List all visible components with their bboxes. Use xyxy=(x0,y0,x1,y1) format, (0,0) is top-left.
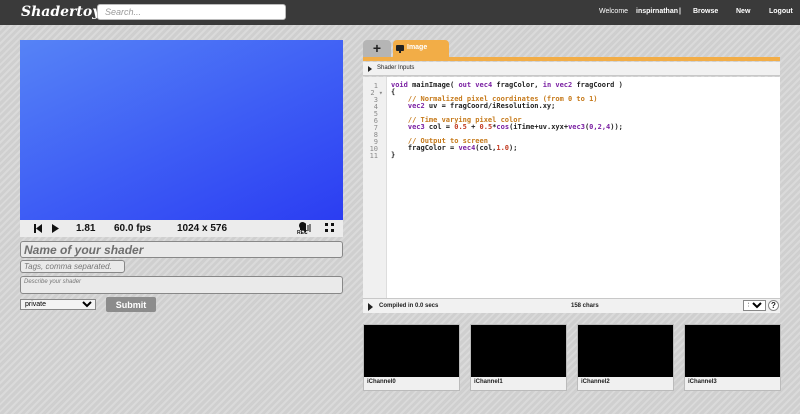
tab-underline xyxy=(363,57,780,61)
tab-image[interactable]: Image xyxy=(393,40,449,57)
code-token: + xyxy=(466,123,480,131)
shadertoy-logo[interactable]: Shadertoy xyxy=(21,4,100,20)
code-token: col = xyxy=(424,123,455,131)
code-line: vec2 uv = fragCoord/iResolution.xy; xyxy=(391,102,556,110)
username-link[interactable]: inspirnathan xyxy=(636,8,678,15)
compile-status: Compiled in 0.0 secs xyxy=(379,303,439,309)
line-number-gutter: 1 2 ▾ 3 4 5 6 7 8 9 10 11 xyxy=(363,77,387,298)
code-token: (col, xyxy=(475,144,497,152)
code-token: vec2 xyxy=(391,102,425,110)
tags-input[interactable] xyxy=(20,260,125,273)
channel-label: iChannel2 xyxy=(581,379,610,385)
top-bar: Shadertoy Welcome inspirnathan | Browse … xyxy=(0,0,800,25)
nav-separator: | xyxy=(679,8,681,15)
channel-preview[interactable] xyxy=(471,325,566,377)
help-button[interactable]: ? xyxy=(768,300,779,311)
submit-button[interactable]: Submit xyxy=(106,297,156,312)
line-number: 11 xyxy=(369,152,378,160)
editor-status-bar: Compiled in 0.0 secs 158 chars xyxy=(363,298,780,313)
channel-preview[interactable] xyxy=(578,325,673,377)
new-link[interactable]: New xyxy=(736,8,750,15)
code-token: uv = fragCoord/iResolution.xy; xyxy=(424,102,556,110)
code-line: } xyxy=(391,151,396,159)
code-token: 0.5 xyxy=(454,123,467,131)
player-controls: 1.81 60.0 fps 1024 x 576 REC xyxy=(20,220,343,237)
code-token: 0.5 xyxy=(479,123,493,131)
time-readout: 1.81 xyxy=(76,223,96,234)
channel-slot[interactable]: iChannel3 xyxy=(684,324,781,391)
code-token: (iTime+uv.xyx+ xyxy=(509,123,569,131)
shader-preview-canvas[interactable] xyxy=(20,40,343,220)
welcome-text: Welcome xyxy=(599,8,629,15)
fullscreen-icon[interactable] xyxy=(325,223,334,233)
search-input[interactable] xyxy=(97,4,286,20)
code-line: void mainImage( out vec4 fragColor, in v… xyxy=(391,81,623,89)
add-tab-button[interactable]: + xyxy=(363,40,391,57)
code-token: )); xyxy=(610,123,623,131)
resolution-readout: 1024 x 576 xyxy=(177,223,228,234)
code-token: cos xyxy=(496,123,510,131)
browse-link[interactable]: Browse xyxy=(693,8,718,15)
expand-triangle-icon xyxy=(368,66,372,72)
char-count: 158 chars xyxy=(571,303,599,309)
code-token: 1.0 xyxy=(496,144,510,152)
channel-label: iChannel0 xyxy=(367,379,396,385)
channel-slot[interactable]: iChannel2 xyxy=(577,324,674,391)
code-token: in vec2 xyxy=(542,81,573,89)
channel-slot[interactable]: iChannel0 xyxy=(363,324,460,391)
channel-preview[interactable] xyxy=(364,325,459,377)
code-token: 0,2,4 xyxy=(589,123,611,131)
volume-icon[interactable] xyxy=(300,223,311,233)
fps-readout: 60.0 fps xyxy=(114,223,152,234)
code-token: vec4 xyxy=(458,144,476,152)
compile-play-icon[interactable] xyxy=(368,303,373,311)
code-token: ); xyxy=(509,144,518,152)
code-token: fragColor = xyxy=(391,144,459,152)
code-editor[interactable]: 1 2 ▾ 3 4 5 6 7 8 9 10 11 void mainImage… xyxy=(363,77,780,298)
code-token: fragColor, xyxy=(492,81,543,89)
code-token: mainImage( xyxy=(407,81,459,89)
channel-label: iChannel3 xyxy=(688,379,717,385)
shader-inputs-label: Shader Inputs xyxy=(377,65,415,71)
logout-link[interactable]: Logout xyxy=(769,8,793,15)
code-token: vec3 xyxy=(568,123,585,131)
shader-name-input[interactable] xyxy=(20,241,343,258)
code-line: vec3 col = 0.5 + 0.5*cos(iTime+uv.xyx+ve… xyxy=(391,123,623,131)
play-icon[interactable] xyxy=(52,224,59,233)
code-token: fragCoord ) xyxy=(572,81,623,89)
channel-preview[interactable] xyxy=(685,325,780,377)
shader-inputs-toggle[interactable]: Shader Inputs xyxy=(363,62,780,76)
editor-mode-select[interactable]: S xyxy=(743,300,766,311)
rewind-icon[interactable] xyxy=(34,224,42,233)
code-line: fragColor = vec4(col,1.0); xyxy=(391,144,518,152)
privacy-select[interactable]: private xyxy=(20,299,96,310)
code-token: out vec4 xyxy=(458,81,493,89)
code-token: vec3 xyxy=(391,123,425,131)
tab-image-label: Image xyxy=(407,44,428,51)
description-input[interactable] xyxy=(20,276,343,294)
monitor-icon xyxy=(396,45,404,53)
channel-slot[interactable]: iChannel1 xyxy=(470,324,567,391)
channel-label: iChannel1 xyxy=(474,379,503,385)
